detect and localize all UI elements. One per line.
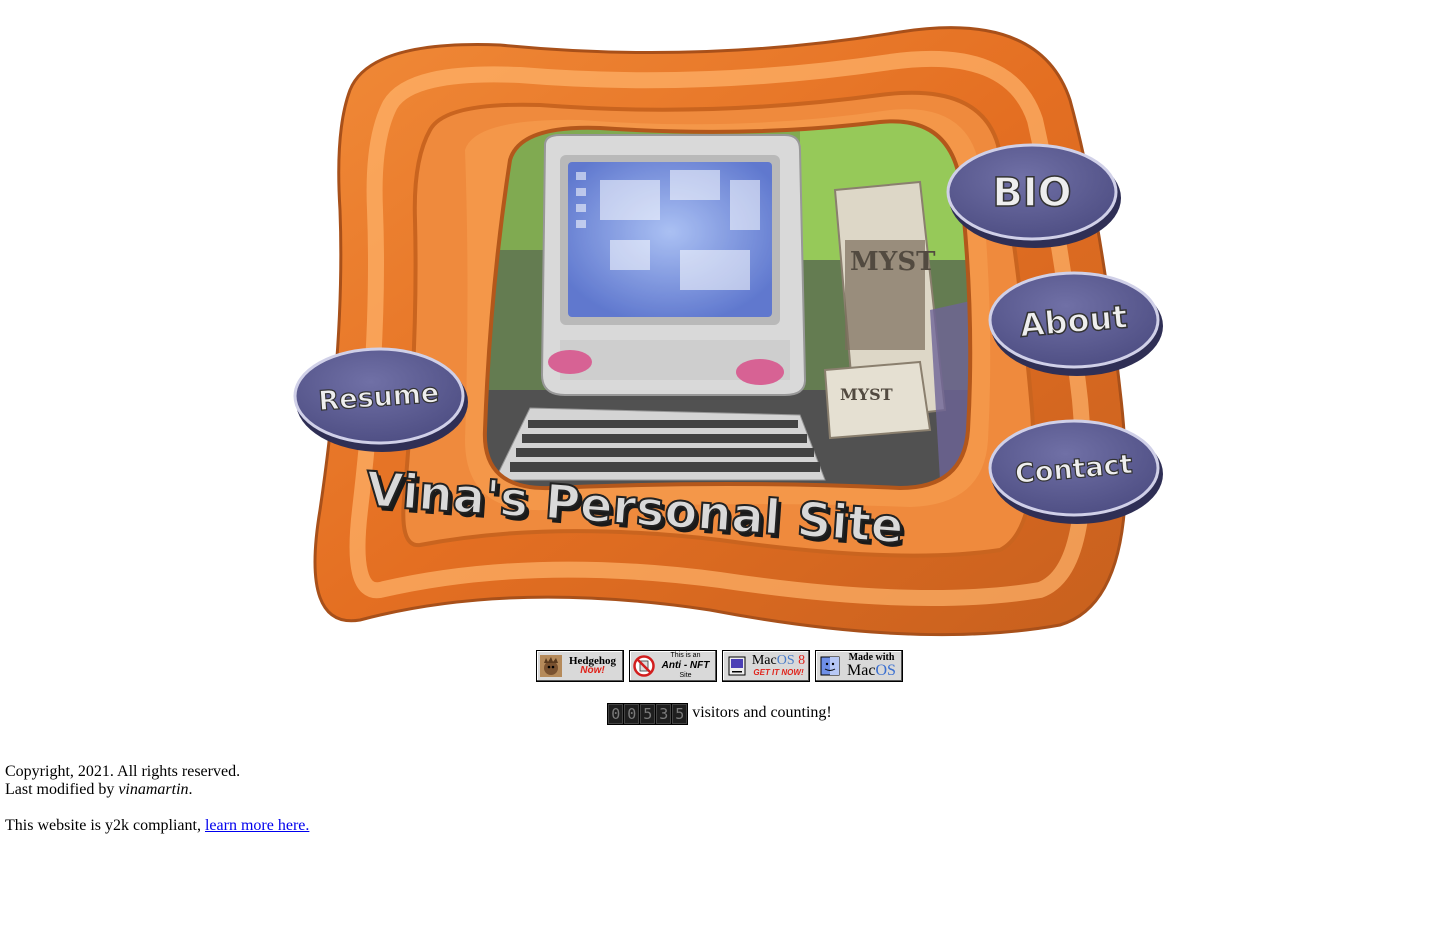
footer: Copyright, 2021. All rights reserved. La… bbox=[5, 763, 309, 835]
macos8-badge[interactable]: MacOS 8 GET IT NOW! bbox=[722, 650, 810, 682]
counter-digits: 0 0 5 3 5 bbox=[607, 703, 689, 725]
macos8-get-it-now: GET IT NOW! bbox=[753, 668, 804, 677]
counter-digit: 0 bbox=[608, 704, 624, 724]
nav-resume-button[interactable]: Resume bbox=[293, 347, 468, 452]
counter-digit: 5 bbox=[672, 704, 688, 724]
anti-nft-badge[interactable]: This is an Anti - NFT Site bbox=[629, 650, 717, 682]
counter-digit: 3 bbox=[656, 704, 672, 724]
hedgehog-icon bbox=[540, 655, 562, 677]
hedgehog-badge-bottom: Now! bbox=[580, 665, 605, 676]
counter-digit: 0 bbox=[624, 704, 640, 724]
y2k-notice: This website is y2k compliant, learn mor… bbox=[5, 817, 310, 834]
modified-user: vinamartin bbox=[118, 781, 189, 798]
nav-bio-label: BIO bbox=[992, 170, 1071, 216]
hero-banner: MYST MYST Vina's Personal Site Vina's Pe… bbox=[280, 10, 1180, 640]
y2k-learn-more-link[interactable]: learn more here. bbox=[205, 817, 309, 834]
badge-strip: Hedgehog Now! This is an Anti - NFT Site… bbox=[0, 650, 1439, 682]
nav-contact-button[interactable]: Contact bbox=[988, 419, 1163, 524]
counter-text: visitors and counting! bbox=[688, 704, 832, 721]
last-modified: Last modified by vinamartin. bbox=[5, 781, 193, 798]
hero-frame-graphic: MYST MYST Vina's Personal Site Vina's Pe… bbox=[293, 26, 1163, 637]
hedgehog-badge[interactable]: Hedgehog Now! bbox=[536, 650, 624, 682]
macos8-title: MacOS 8 bbox=[751, 653, 806, 668]
visitor-counter: 0 0 5 3 5 visitors and counting! bbox=[0, 703, 1439, 725]
copyright-text: Copyright, 2021. All rights reserved. bbox=[5, 763, 241, 780]
computer-photo: MYST MYST bbox=[484, 121, 971, 489]
anti-nft-line2: Anti - NFT bbox=[661, 660, 710, 671]
made-with-macos-badge[interactable]: Made with MacOS bbox=[815, 650, 903, 682]
mac-computer-icon bbox=[728, 656, 746, 676]
finder-face-icon bbox=[820, 656, 840, 676]
nav-bio-button[interactable]: BIO bbox=[946, 143, 1121, 248]
made-with-macos-label: MacOS bbox=[847, 662, 896, 679]
no-nft-icon bbox=[633, 655, 655, 677]
anti-nft-line3: Site bbox=[679, 672, 692, 679]
nav-about-button[interactable]: About bbox=[988, 271, 1163, 376]
counter-digit: 5 bbox=[640, 704, 656, 724]
